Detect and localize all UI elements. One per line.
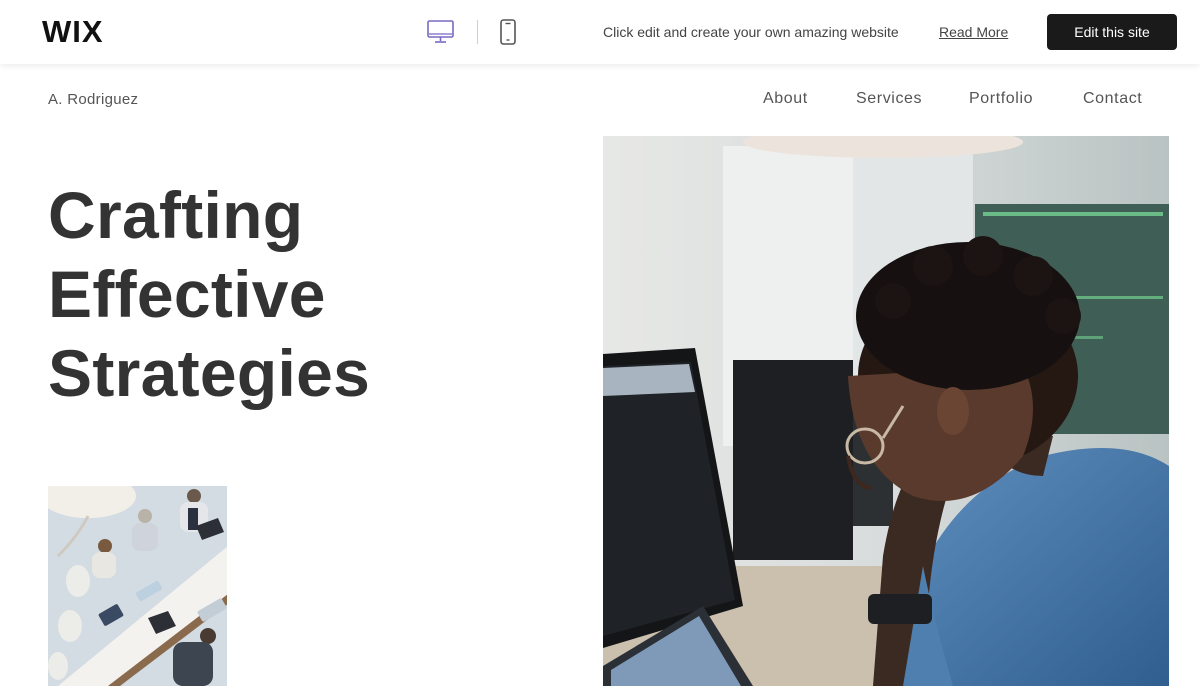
read-more-link[interactable]: Read More <box>939 24 1008 40</box>
edit-site-button[interactable]: Edit this site <box>1047 14 1177 50</box>
man-at-computer-photo <box>603 136 1169 686</box>
wix-promo-message: Click edit and create your own amazing w… <box>603 24 899 40</box>
meeting-photo <box>48 486 227 686</box>
nav-contact[interactable]: Contact <box>1083 90 1142 108</box>
mobile-view-icon[interactable] <box>499 18 517 46</box>
hero-title: Crafting Effective Strategies <box>48 176 370 413</box>
hero-title-line: Effective <box>48 257 326 331</box>
wix-logo[interactable]: WIX <box>42 14 104 50</box>
device-separator <box>477 20 478 44</box>
desktop-view-icon[interactable] <box>426 19 455 45</box>
nav-portfolio[interactable]: Portfolio <box>969 90 1033 108</box>
hero-title-line: Crafting <box>48 178 304 252</box>
nav-services[interactable]: Services <box>856 90 922 108</box>
hero-title-line: Strategies <box>48 336 371 410</box>
site-navigation: About Services Portfolio Contact <box>0 90 1200 114</box>
wix-top-bar: WIX Click edit and create your own amazi… <box>0 0 1200 64</box>
nav-about[interactable]: About <box>763 90 808 108</box>
